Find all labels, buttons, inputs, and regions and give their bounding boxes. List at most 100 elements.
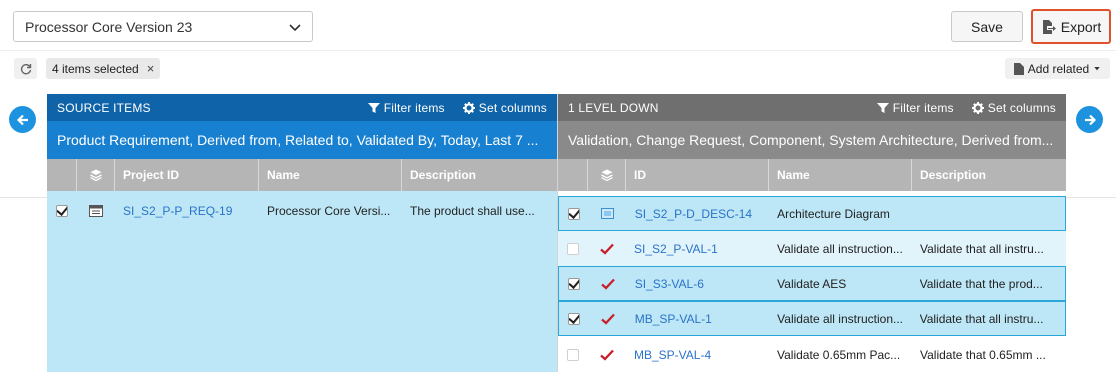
arrow-left-icon [16, 114, 28, 125]
row-id-cell: SI_S2_P-P_REQ-19 [115, 193, 259, 228]
row-name-cell: Validate all instruction... [769, 231, 912, 266]
row-checkbox[interactable] [567, 312, 580, 325]
filter-icon [876, 102, 889, 113]
filter-icon [367, 102, 380, 113]
table-row[interactable]: SI_S2_P-VAL-1 Validate all instruction..… [558, 231, 1066, 266]
row-name-cell: Validate 0.65mm Pac... [769, 337, 912, 372]
item-name: Architecture Diagram [777, 206, 890, 221]
row-description-cell [912, 197, 1065, 230]
validation-check-icon [600, 349, 614, 361]
clear-selection-icon[interactable]: × [147, 61, 155, 76]
row-checkbox[interactable] [567, 277, 580, 290]
row-description-cell: Validate that the prod... [912, 267, 1065, 300]
toolbar-divider [0, 50, 1116, 51]
row-checkbox-cell [558, 337, 588, 372]
source-table-body: SI_S2_P-P_REQ-19 Processor Core Versi...… [47, 191, 557, 372]
top-toolbar: Processor Core Version 23 Save Export [0, 0, 1116, 50]
row-checkbox[interactable] [56, 204, 68, 217]
layers-icon [600, 169, 613, 181]
export-button[interactable]: Export [1031, 9, 1111, 44]
caret-down-icon [1094, 66, 1100, 70]
source-set-columns-button[interactable]: Set columns [462, 100, 547, 115]
gear-icon [462, 101, 475, 114]
export-button-label: Export [1060, 18, 1102, 35]
row-checkbox-cell [47, 193, 77, 228]
row-id-cell: MB_SP-VAL-4 [626, 337, 769, 372]
column-header-description[interactable]: Description [402, 159, 557, 191]
source-items-panel: SOURCE ITEMS Filter items Set columns Pr… [47, 94, 557, 372]
row-type-cell [588, 337, 626, 372]
type-column-header [588, 159, 626, 191]
version-select[interactable]: Processor Core Version 23 [13, 11, 313, 42]
row-checkbox[interactable] [567, 242, 579, 255]
row-type-cell [588, 231, 626, 266]
table-row[interactable]: SI_S2_P-D_DESC-14 Architecture Diagram [558, 196, 1066, 231]
layers-icon [89, 169, 102, 181]
selection-chip-label: 4 items selected [52, 61, 139, 76]
row-name-cell: Validate AES [769, 267, 911, 300]
navigate-up-button[interactable] [9, 106, 36, 133]
row-id-cell: MB_SP-VAL-1 [627, 302, 769, 335]
validation-check-icon [601, 278, 615, 290]
save-button-label: Save [971, 18, 1003, 35]
down-panel-title: 1 LEVEL DOWN [568, 100, 659, 115]
column-header-id[interactable]: ID [626, 159, 769, 191]
document-icon [1013, 62, 1024, 75]
row-checkbox[interactable] [567, 207, 580, 220]
row-id-cell: SI_S3-VAL-6 [627, 267, 769, 300]
source-panel-title: SOURCE ITEMS [57, 100, 151, 115]
item-name: Validate all instruction... [777, 311, 903, 326]
down-column-header: ID Name Description [558, 159, 1066, 191]
validation-check-icon [601, 313, 615, 325]
table-row[interactable]: MB_SP-VAL-4 Validate 0.65mm Pac... Valid… [558, 337, 1066, 372]
add-related-button[interactable]: Add related [1005, 58, 1110, 79]
row-checkbox[interactable] [567, 348, 579, 361]
down-relations-filter[interactable]: Validation, Change Request, Component, S… [558, 121, 1066, 159]
table-row[interactable]: MB_SP-VAL-1 Validate all instruction... … [558, 301, 1066, 336]
down-relations-text: Validation, Change Request, Component, S… [568, 132, 1054, 148]
row-name-cell: Processor Core Versi... [259, 193, 402, 228]
source-relations-text: Product Requirement, Derived from, Relat… [57, 132, 539, 148]
item-name: Validate all instruction... [777, 241, 903, 256]
row-checkbox-cell [559, 302, 589, 335]
version-select-value: Processor Core Version 23 [25, 18, 193, 35]
source-filter-button[interactable]: Filter items [367, 101, 445, 115]
add-related-label: Add related [1027, 61, 1090, 76]
source-relations-filter[interactable]: Product Requirement, Derived from, Relat… [47, 121, 557, 159]
down-set-columns-button[interactable]: Set columns [971, 101, 1056, 115]
requirement-icon [89, 204, 103, 217]
navigate-down-button[interactable] [1076, 106, 1103, 133]
table-row[interactable]: SI_S2_P-P_REQ-19 Processor Core Versi...… [47, 193, 557, 228]
item-name: Processor Core Versi... [267, 203, 391, 218]
item-description: Validate that 0.65mm ... [920, 347, 1046, 362]
row-checkbox-cell [558, 231, 588, 266]
row-name-cell: Validate all instruction... [769, 302, 911, 335]
source-column-header: Project ID Name Description [47, 159, 557, 191]
refresh-icon [20, 63, 31, 74]
down-filter-button[interactable]: Filter items [876, 101, 954, 115]
row-type-cell [589, 197, 627, 230]
row-id-cell: SI_S2_P-D_DESC-14 [627, 197, 769, 230]
item-description: The product shall use... [410, 203, 535, 218]
item-id-link[interactable]: SI_S3-VAL-6 [635, 277, 704, 291]
row-id-cell: SI_S2_P-VAL-1 [626, 231, 769, 266]
down-panel-header: 1 LEVEL DOWN Filter items Set columns [558, 94, 1066, 121]
column-header-description[interactable]: Description [912, 159, 1066, 191]
diagram-icon [601, 208, 615, 219]
item-id-link[interactable]: MB_SP-VAL-1 [635, 312, 712, 326]
column-header-name[interactable]: Name [259, 159, 402, 191]
column-header-project-id[interactable]: Project ID [115, 159, 259, 191]
table-row[interactable]: SI_S3-VAL-6 Validate AES Validate that t… [558, 266, 1066, 301]
row-description-cell: Validate that all instru... [912, 302, 1065, 335]
row-description-cell: Validate that 0.65mm ... [912, 337, 1066, 372]
refresh-button[interactable] [14, 58, 37, 79]
column-header-name[interactable]: Name [769, 159, 912, 191]
item-id-link[interactable]: SI_S2_P-VAL-1 [634, 242, 718, 256]
save-button[interactable]: Save [951, 11, 1023, 42]
level-down-panel: 1 LEVEL DOWN Filter items Set columns Va… [557, 94, 1066, 372]
item-id-link[interactable]: MB_SP-VAL-4 [634, 348, 711, 362]
row-type-cell [77, 193, 115, 228]
item-id-link[interactable]: SI_S2_P-P_REQ-19 [123, 204, 232, 218]
item-id-link[interactable]: SI_S2_P-D_DESC-14 [635, 207, 752, 221]
source-set-columns-label: Set columns [478, 100, 547, 115]
